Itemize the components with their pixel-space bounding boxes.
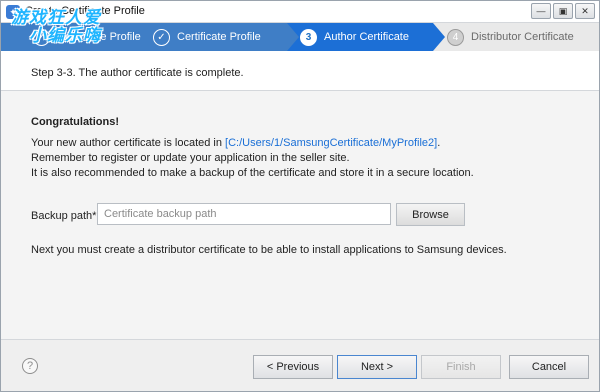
backup-path-input[interactable] <box>97 203 391 225</box>
step-2: ✓ Certificate Profile <box>153 23 261 51</box>
create-certificate-profile-window: ✦ Create Certificate Profile — ▣ ✕ ✓ Cer… <box>0 0 600 392</box>
distributor-info-text: Next you must create a distributor certi… <box>31 244 507 256</box>
step-4: 4 Distributor Certificate <box>447 23 574 51</box>
content-panel: Congratulations! Your new author certifi… <box>1 91 599 339</box>
location-suffix: . <box>437 137 441 149</box>
help-icon[interactable]: ? <box>22 358 38 374</box>
step-3-number: 3 <box>300 28 317 46</box>
step-description-header: Step 3-3. The author certificate is comp… <box>1 51 599 91</box>
location-prefix: Your new author certificate is located i… <box>31 137 226 149</box>
previous-button[interactable]: < Previous <box>253 355 333 379</box>
step-2-label: Certificate Profile <box>177 31 261 43</box>
minimize-button[interactable]: — <box>531 3 551 19</box>
step-arrow-icon <box>433 23 445 51</box>
certificate-path-link[interactable]: [C:/Users/1/SamsungCertificate/MyProfile… <box>225 137 437 149</box>
close-button[interactable]: ✕ <box>575 3 595 19</box>
step-4-number: 4 <box>447 28 464 46</box>
certificate-location-text: Your new author certificate is located i… <box>31 137 440 149</box>
watermark-line-1: 游戏狂人爱 <box>11 8 101 27</box>
backup-path-label: Backup path* <box>31 210 97 222</box>
check-icon: ✓ <box>153 28 170 46</box>
watermark-logo: 游戏狂人爱 小编乐嗨 <box>11 9 101 45</box>
next-button[interactable]: Next > <box>337 355 417 379</box>
step-description: Step 3-3. The author certificate is comp… <box>31 67 244 79</box>
watermark-line-2: 小编乐嗨 <box>29 26 101 45</box>
step-3-label: Author Certificate <box>324 31 409 43</box>
backup-recommendation-text: It is also recommended to make a backup … <box>31 167 474 179</box>
step-3: 3 Author Certificate <box>300 23 409 51</box>
step-4-label: Distributor Certificate <box>471 31 574 43</box>
cancel-button[interactable]: Cancel <box>509 355 589 379</box>
wizard-footer: ? < Previous Next > Finish Cancel <box>1 340 599 391</box>
register-reminder-text: Remember to register or update your appl… <box>31 152 350 164</box>
browse-button[interactable]: Browse <box>396 203 465 226</box>
window-controls: — ▣ ✕ <box>531 3 595 19</box>
congratulations-heading: Congratulations! <box>31 116 119 128</box>
step-arrow-icon <box>287 23 299 51</box>
finish-button[interactable]: Finish <box>421 355 501 379</box>
maximize-button[interactable]: ▣ <box>553 3 573 19</box>
